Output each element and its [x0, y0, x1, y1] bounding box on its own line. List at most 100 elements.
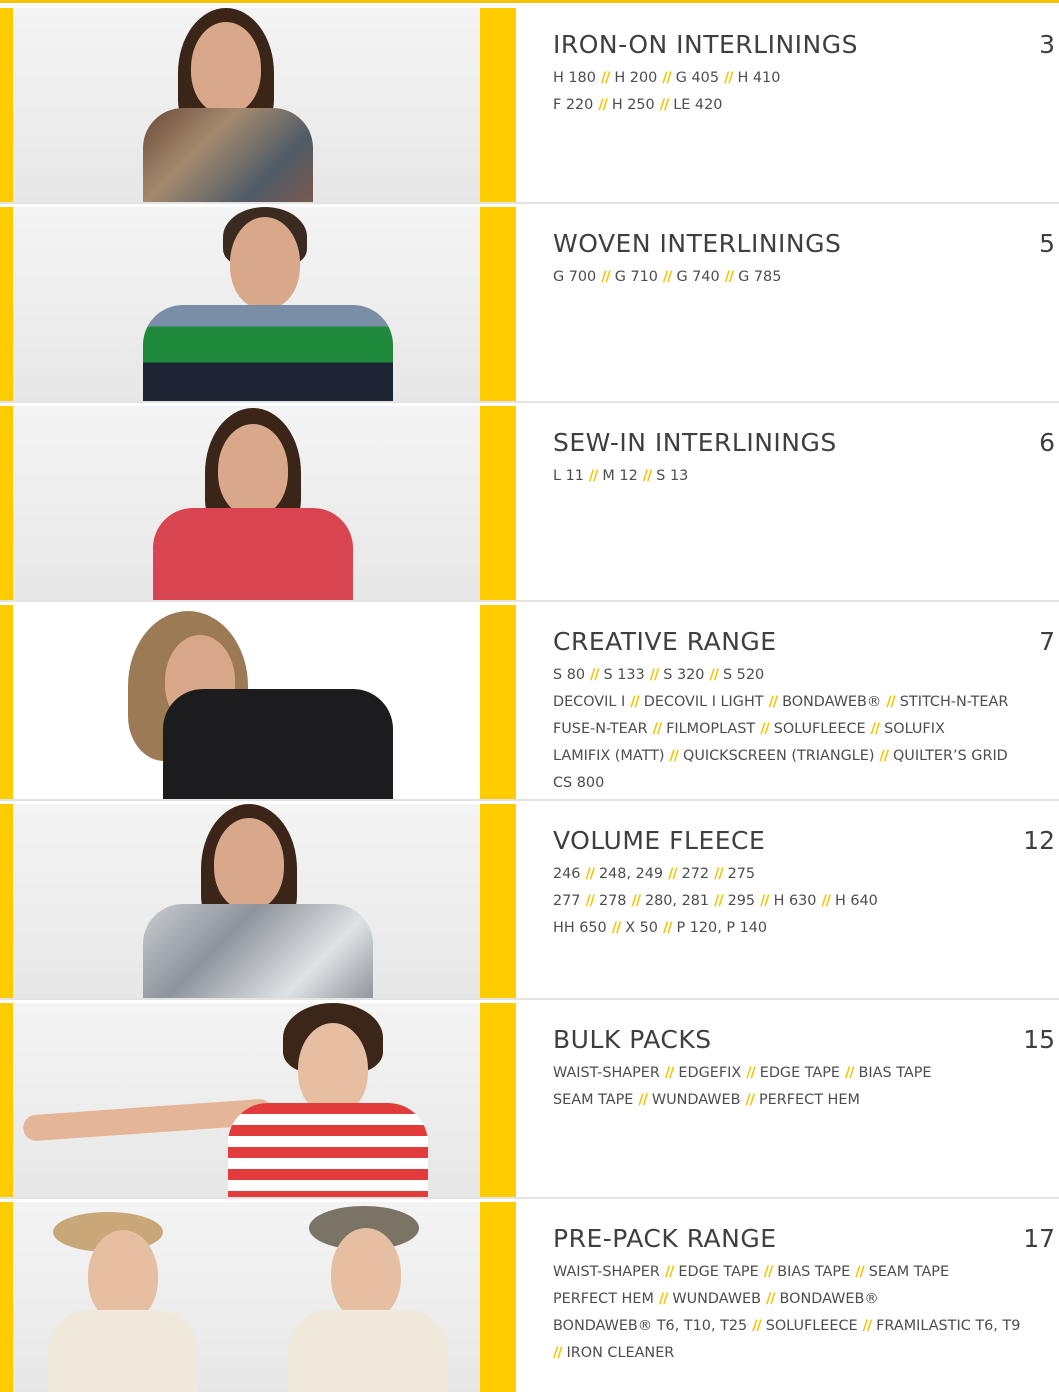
product-item[interactable]: G 710	[615, 269, 658, 285]
product-item[interactable]: H 640	[835, 893, 878, 909]
product-item[interactable]: G 740	[676, 269, 719, 285]
product-item[interactable]: S 80	[553, 667, 585, 683]
product-item[interactable]: FUSE-N-TEAR	[553, 721, 648, 737]
product-item[interactable]: S 520	[723, 667, 764, 683]
product-item[interactable]: 275	[728, 866, 755, 882]
product-item[interactable]: 248, 249	[599, 866, 663, 882]
section-title: CREATIVE RANGE	[553, 627, 777, 656]
product-item[interactable]: 272	[682, 866, 709, 882]
separator: //	[845, 1065, 854, 1081]
top-rule	[0, 0, 1059, 3]
product-line: DECOVIL I//DECOVIL I LIGHT//BONDAWEB®//S…	[553, 689, 1057, 716]
product-item[interactable]: EDGE TAPE	[678, 1264, 758, 1280]
product-line: WAIST-SHAPER//EDGE TAPE//BIAS TAPE//SEAM…	[553, 1259, 1057, 1286]
section-content: BULK PACKS WAIST-SHAPER//EDGEFIX//EDGE T…	[553, 1025, 1057, 1114]
separator: //	[760, 721, 769, 737]
product-line: CS 800	[553, 770, 1057, 797]
product-item[interactable]: 246	[553, 866, 580, 882]
separator: //	[760, 893, 769, 909]
separator: //	[664, 1264, 674, 1280]
separator: //	[766, 1291, 775, 1307]
separator: //	[642, 468, 652, 484]
product-item[interactable]: H 180	[553, 70, 596, 86]
product-item[interactable]: H 410	[738, 70, 781, 86]
product-item[interactable]: BIAS TAPE	[777, 1264, 850, 1280]
separator: //	[588, 468, 598, 484]
product-item[interactable]: QUILTER’S GRID	[893, 748, 1008, 764]
product-item[interactable]: STITCH-N-TEAR	[900, 694, 1009, 710]
product-item[interactable]: QUICKSCREEN (TRIANGLE)	[683, 748, 874, 764]
toc-section-bulk-packs[interactable]: BULK PACKS WAIST-SHAPER//EDGEFIX//EDGE T…	[0, 1003, 1059, 1199]
toc-section-pre-pack[interactable]: PRE-PACK RANGE WAIST-SHAPER//EDGE TAPE//…	[0, 1202, 1059, 1392]
separator: //	[879, 748, 888, 764]
product-item[interactable]: DECOVIL I LIGHT	[644, 694, 764, 710]
separator: //	[652, 721, 662, 737]
product-item[interactable]: 295	[728, 893, 755, 909]
product-item[interactable]: BONDAWEB®	[782, 694, 881, 710]
separator: //	[763, 1264, 773, 1280]
product-item[interactable]: S 13	[656, 468, 688, 484]
product-item[interactable]: LE 420	[673, 97, 722, 113]
product-item[interactable]: G 700	[553, 269, 596, 285]
toc-section-creative[interactable]: CREATIVE RANGE S 80//S 133//S 320//S 520…	[0, 605, 1059, 801]
product-item[interactable]: PERFECT HEM	[759, 1092, 860, 1108]
product-item[interactable]: G 785	[738, 269, 781, 285]
product-item[interactable]: S 320	[663, 667, 704, 683]
product-item[interactable]: P 120, P 140	[676, 920, 767, 936]
product-item[interactable]: H 250	[612, 97, 655, 113]
product-item[interactable]: BONDAWEB® T6, T10, T25	[553, 1318, 747, 1334]
page-number: 5	[1039, 229, 1055, 258]
separator: //	[598, 97, 607, 113]
section-content: VOLUME FLEECE 246 // 248, 249 // 272 // 275 277…	[553, 826, 1057, 942]
product-item[interactable]: BONDAWEB®	[780, 1291, 879, 1307]
page-number: 3	[1039, 30, 1055, 59]
product-item[interactable]: WAIST-SHAPER	[553, 1065, 660, 1081]
product-item[interactable]: WUNDAWEB	[672, 1291, 761, 1307]
product-line: S 80//S 133//S 320//S 520	[553, 662, 1057, 689]
product-line: BONDAWEB® T6, T10, T25//SOLUFLEECE//FRAM…	[553, 1313, 1057, 1340]
product-item[interactable]: LAMIFIX (MATT)	[553, 748, 665, 764]
product-item[interactable]: WUNDAWEB	[652, 1092, 741, 1108]
product-item[interactable]: H 200	[614, 70, 657, 86]
product-item[interactable]: G 405	[676, 70, 719, 86]
product-item[interactable]: PERFECT HEM	[553, 1291, 654, 1307]
separator: //	[855, 1264, 864, 1280]
product-item[interactable]: DECOVIL I	[553, 694, 625, 710]
toc-section-iron-on[interactable]: IRON-ON INTERLININGS H 180//H 200//G 405…	[0, 8, 1059, 204]
separator: //	[553, 1345, 562, 1361]
product-item[interactable]: 278	[599, 893, 626, 909]
accent-bar	[480, 1202, 516, 1392]
model-photo	[13, 605, 480, 799]
accent-stripe	[0, 1003, 13, 1197]
product-item[interactable]: WAIST-SHAPER	[553, 1264, 660, 1280]
product-item[interactable]: H 630	[774, 893, 817, 909]
product-item[interactable]: 280, 281	[645, 893, 709, 909]
product-item[interactable]: 277	[553, 893, 580, 909]
page-number: 12	[1023, 826, 1055, 855]
product-item[interactable]: X 50	[625, 920, 658, 936]
toc-section-sew-in[interactable]: SEW-IN INTERLININGS L 11//M 12//S 13 6	[0, 406, 1059, 602]
product-item[interactable]: L 11	[553, 468, 584, 484]
product-item[interactable]: SEAM TAPE	[553, 1092, 633, 1108]
product-item[interactable]: HH 650	[553, 920, 607, 936]
product-line: WAIST-SHAPER//EDGEFIX//EDGE TAPE//BIAS T…	[553, 1060, 1057, 1087]
product-item[interactable]: CS 800	[553, 775, 604, 791]
accent-stripe	[0, 804, 13, 998]
product-item[interactable]: F 220	[553, 97, 593, 113]
product-item[interactable]: IRON CLEANER	[567, 1345, 675, 1361]
product-item[interactable]: M 12	[602, 468, 637, 484]
product-item[interactable]: FILMOPLAST	[666, 721, 755, 737]
product-item[interactable]: SEAM TAPE	[869, 1264, 949, 1280]
product-item[interactable]: SOLUFIX	[884, 721, 945, 737]
product-item[interactable]: EDGEFIX	[678, 1065, 741, 1081]
product-item[interactable]: S 133	[604, 667, 645, 683]
toc-section-volume-fleece[interactable]: VOLUME FLEECE 246 // 248, 249 // 272 // 275 277…	[0, 804, 1059, 1000]
product-line: L 11//M 12//S 13	[553, 463, 1057, 490]
product-item[interactable]: FRAMILASTIC T6, T9	[876, 1318, 1020, 1334]
product-item[interactable]: BIAS TAPE	[859, 1065, 932, 1081]
product-item[interactable]: EDGE TAPE	[760, 1065, 840, 1081]
product-item[interactable]: SOLUFLEECE	[766, 1318, 858, 1334]
product-item[interactable]: SOLUFLEECE	[774, 721, 866, 737]
section-content: SEW-IN INTERLININGS L 11//M 12//S 13	[553, 428, 1057, 490]
toc-section-woven[interactable]: WOVEN INTERLININGS G 700//G 710//G 740//…	[0, 207, 1059, 403]
